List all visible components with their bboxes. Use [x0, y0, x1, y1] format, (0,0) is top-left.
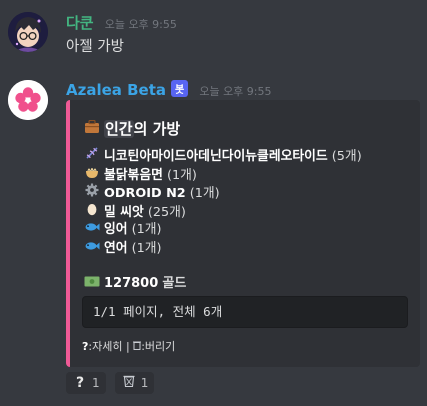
- author-name[interactable]: 다쿤: [66, 14, 94, 32]
- dna-icon: [82, 146, 102, 166]
- fish-icon: [82, 239, 102, 258]
- reaction-wastebasket[interactable]: 1: [114, 372, 155, 394]
- reaction-question[interactable]: ? 1: [66, 372, 106, 394]
- wastebasket-icon: [121, 372, 137, 394]
- message-header: 다쿤 오늘 오후 9:55: [66, 12, 177, 33]
- reaction-count: 1: [140, 376, 149, 390]
- title-highlight: 인간: [104, 120, 134, 138]
- timestamp: 오늘 오후 9:55: [104, 18, 177, 31]
- list-item: 잉어 (1개): [82, 220, 362, 239]
- wastebasket-icon: [133, 340, 142, 353]
- message-header-bot: Azalea Beta 봇 오늘 오후 9:55: [66, 80, 272, 99]
- inventory-embed: 인간의 가방 니코틴아마이드아데닌다이뉴클레오타이드 (5개) 불닭볶음면 (1…: [66, 100, 420, 367]
- avatar-azalea[interactable]: [8, 80, 48, 120]
- egg-icon: [82, 202, 102, 222]
- gold-label: 골드: [162, 276, 187, 291]
- flower-icon: [8, 80, 48, 120]
- gold-balance: 127800 골드: [82, 272, 186, 291]
- embed-footer: ?:자세히 | :버리기: [82, 340, 176, 353]
- briefcase-icon: [82, 119, 102, 137]
- embed-title: 인간의 가방: [82, 118, 180, 139]
- gear-icon: [82, 183, 102, 203]
- question-icon: ?: [75, 375, 85, 391]
- fish-icon: [82, 220, 102, 239]
- item-list: 니코틴아마이드아데닌다이뉴클레오타이드 (5개) 불닭볶음면 (1개) ODRO…: [82, 146, 362, 258]
- question-icon: ?: [82, 340, 89, 353]
- title-rest: 의 가방: [133, 120, 181, 138]
- bot-tag: 봇: [171, 80, 189, 97]
- footer-detail: 자세히: [92, 340, 123, 353]
- footer-discard: 버리기: [144, 340, 176, 353]
- page-info-code: 1/1 페이지, 전체 6개: [82, 296, 408, 328]
- message-dakun: 다쿤 오늘 오후 9:55 아젤 가방: [0, 0, 427, 64]
- gold-amount: 127800: [104, 276, 159, 291]
- author-name[interactable]: Azalea Beta: [66, 81, 166, 99]
- list-item: ODROID N2 (1개): [82, 183, 362, 202]
- timestamp: 오늘 오후 9:55: [199, 85, 272, 98]
- footer-separator: |: [122, 340, 134, 353]
- anime-avatar-icon: [8, 12, 48, 52]
- message-text: 아젤 가방: [66, 39, 124, 55]
- reaction-bar: ? 1 1: [66, 372, 158, 394]
- list-item: 밀 씨앗 (25개): [82, 202, 362, 221]
- reaction-count: 1: [92, 376, 100, 390]
- list-item: 불닭볶음면 (1개): [82, 165, 362, 184]
- avatar-dakun[interactable]: [8, 12, 48, 52]
- noodle-bowl-icon: [82, 165, 102, 185]
- list-item: 니코틴아마이드아데닌다이뉴클레오타이드 (5개): [82, 146, 362, 165]
- list-item: 연어 (1개): [82, 239, 362, 258]
- dollar-bill-icon: [82, 276, 102, 290]
